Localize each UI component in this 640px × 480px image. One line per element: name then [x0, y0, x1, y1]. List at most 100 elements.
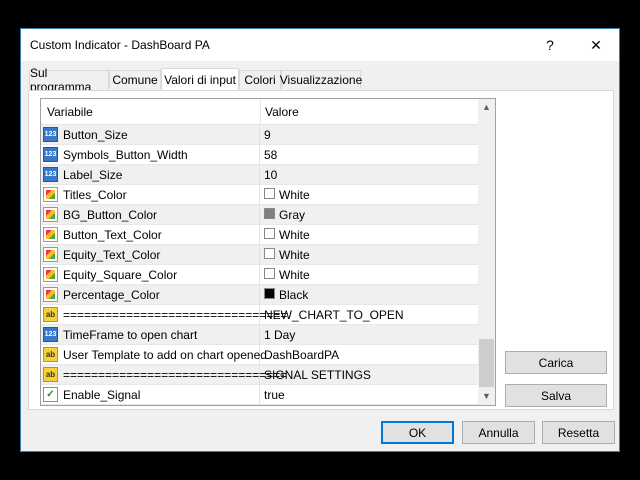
scroll-down-icon[interactable]: ▼	[478, 388, 495, 405]
value-text: White	[279, 188, 310, 202]
save-button[interactable]: Salva	[505, 384, 607, 407]
table-row[interactable]: Button_Text_Color White	[41, 225, 479, 245]
color-type-icon	[43, 267, 58, 282]
value-text: 1 Day	[264, 328, 296, 342]
value-cell[interactable]: SIGNAL SETTINGS	[260, 365, 479, 384]
help-button[interactable]: ?	[527, 29, 573, 61]
cancel-button[interactable]: Annulla	[462, 421, 535, 444]
variable-name: Label_Size	[63, 168, 123, 182]
variable-cell: BG_Button_Color	[41, 205, 260, 224]
tab-valori-di-input[interactable]: Valori di input	[161, 68, 239, 90]
variable-name: Equity_Text_Color	[63, 248, 161, 262]
color-swatch	[264, 208, 275, 219]
value-text: NEW_CHART_TO_OPEN	[264, 308, 404, 322]
custom-indicator-dialog: Custom Indicator - DashBoard PA ? ✕ Sul …	[20, 28, 620, 452]
variable-name: Button_Text_Color	[63, 228, 162, 242]
value-text: 10	[264, 168, 278, 182]
table-row[interactable]: ✓ Enable_Signal true	[41, 385, 479, 405]
value-cell[interactable]: White	[260, 245, 479, 264]
table-row[interactable]: 123 Symbols_Button_Width 58	[41, 145, 479, 165]
tab-visualizzazione[interactable]: Visualizzazione	[280, 70, 362, 89]
tab-sul-programma[interactable]: Sul programma	[29, 66, 109, 94]
value-cell[interactable]: White	[260, 265, 479, 284]
value-cell[interactable]: 58	[260, 145, 479, 164]
variable-name: Titles_Color	[63, 188, 127, 202]
color-swatch	[264, 268, 275, 279]
value-cell[interactable]: 10	[260, 165, 479, 184]
color-type-icon	[43, 207, 58, 222]
number-type-icon: 123	[43, 127, 58, 142]
column-header-value[interactable]: Valore	[265, 105, 299, 119]
color-swatch	[264, 228, 275, 239]
variable-cell: 123 Label_Size	[41, 165, 260, 184]
tab-comune[interactable]: Comune	[109, 70, 161, 89]
variable-cell: 123 Button_Size	[41, 125, 260, 144]
variable-cell: Equity_Square_Color	[41, 265, 260, 284]
table-row[interactable]: 123 TimeFrame to open chart 1 Day	[41, 325, 479, 345]
value-cell[interactable]: true	[260, 385, 479, 404]
variable-name: TimeFrame to open chart	[63, 328, 198, 342]
close-icon: ✕	[590, 36, 602, 53]
table-row[interactable]: ab ================================ NEW_CH…	[41, 305, 479, 325]
variable-cell: ab ================================	[41, 305, 287, 324]
window-title: Custom Indicator - DashBoard PA	[30, 38, 210, 52]
color-swatch	[264, 248, 275, 259]
reset-button[interactable]: Resetta	[542, 421, 615, 444]
value-cell[interactable]: 9	[260, 125, 479, 144]
column-divider[interactable]	[260, 99, 261, 124]
ok-button[interactable]: OK	[381, 421, 454, 444]
scroll-up-icon[interactable]: ▲	[478, 99, 495, 116]
value-text: 58	[264, 148, 278, 162]
variable-cell: ab ================================	[41, 365, 287, 384]
value-cell[interactable]: Gray	[260, 205, 479, 224]
table-row[interactable]: BG_Button_Color Gray	[41, 205, 479, 225]
close-button[interactable]: ✕	[573, 29, 619, 61]
value-text: SIGNAL SETTINGS	[264, 368, 371, 382]
variable-cell: 123 Symbols_Button_Width	[41, 145, 260, 164]
tab-colori[interactable]: Colori	[239, 70, 281, 89]
variable-cell: Button_Text_Color	[41, 225, 260, 244]
string-type-icon: ab	[43, 307, 58, 322]
load-button[interactable]: Carica	[505, 351, 607, 374]
vertical-scrollbar[interactable]: ▲ ▼	[478, 99, 495, 405]
table-row[interactable]: 123 Button_Size 9	[41, 125, 479, 145]
variable-name: ================================	[63, 368, 288, 382]
value-cell[interactable]: Black	[260, 285, 479, 304]
table-row[interactable]: ab ================================ SIGNAL…	[41, 365, 479, 385]
value-cell[interactable]: 1 Day	[260, 325, 479, 344]
variable-name: Percentage_Color	[63, 288, 160, 302]
value-cell[interactable]: White	[260, 185, 479, 204]
column-header-variable[interactable]: Variabile	[47, 105, 93, 119]
variable-cell: Percentage_Color	[41, 285, 260, 304]
variable-cell: ✓ Enable_Signal	[41, 385, 260, 404]
scroll-thumb[interactable]	[479, 339, 494, 387]
number-type-icon: 123	[43, 167, 58, 182]
variable-cell: ab User Template to add on chart opened	[41, 345, 267, 364]
color-swatch	[264, 188, 275, 199]
color-type-icon	[43, 247, 58, 262]
number-type-icon: 123	[43, 147, 58, 162]
variable-cell: 123 TimeFrame to open chart	[41, 325, 260, 344]
variable-name: Enable_Signal	[63, 388, 141, 402]
help-icon: ?	[546, 37, 554, 53]
color-type-icon	[43, 287, 58, 302]
color-swatch	[264, 288, 275, 299]
table-row[interactable]: ab User Template to add on chart opened Da…	[41, 345, 479, 365]
value-cell[interactable]: NEW_CHART_TO_OPEN	[260, 305, 479, 324]
variable-name: Equity_Square_Color	[63, 268, 178, 282]
string-type-icon: ab	[43, 347, 58, 362]
table-row[interactable]: Titles_Color White	[41, 185, 479, 205]
variable-cell: Equity_Text_Color	[41, 245, 260, 264]
value-text: true	[264, 388, 285, 402]
value-cell[interactable]: DashBoardPA	[260, 345, 479, 364]
table-row[interactable]: 123 Label_Size 10	[41, 165, 479, 185]
table-row[interactable]: Equity_Text_Color White	[41, 245, 479, 265]
value-text: DashBoardPA	[264, 348, 340, 362]
value-cell[interactable]: White	[260, 225, 479, 244]
variable-name: Symbols_Button_Width	[63, 148, 188, 162]
number-type-icon: 123	[43, 327, 58, 342]
title-bar: Custom Indicator - DashBoard PA ? ✕	[21, 29, 619, 61]
table-row[interactable]: Percentage_Color Black	[41, 285, 479, 305]
table-row[interactable]: Equity_Square_Color White	[41, 265, 479, 285]
value-text: White	[279, 228, 310, 242]
